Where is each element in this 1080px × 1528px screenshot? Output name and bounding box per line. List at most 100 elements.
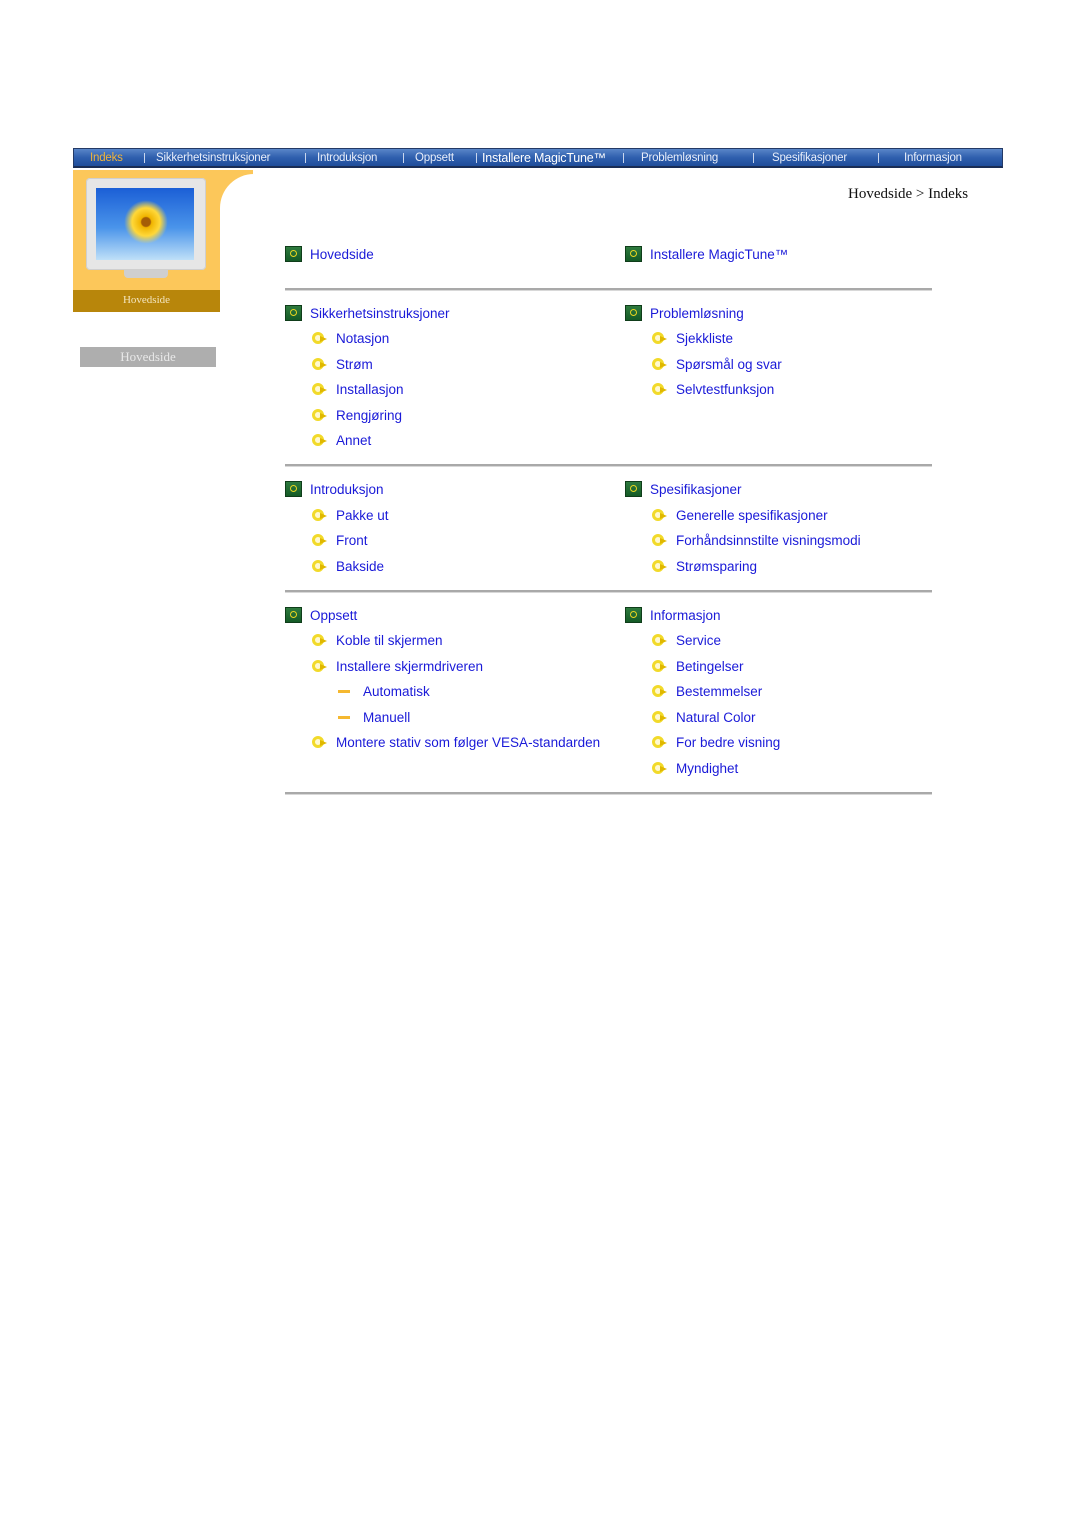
index-section-spesifikasjoner: Spesifikasjoner (625, 480, 742, 498)
link-for-bedre-visning[interactable]: For bedre visning (676, 735, 780, 750)
monitor-bezel (86, 178, 206, 270)
link-problemlosning[interactable]: Problemløsning (650, 306, 744, 321)
nav-separator (305, 153, 306, 163)
arrow-bullet-icon (311, 633, 328, 647)
nav-tab-installere-magictune[interactable]: Installere MagicTune™ (482, 149, 606, 167)
link-koble-til-skjermen[interactable]: Koble til skjermen (336, 633, 443, 648)
link-montere-stativ-vesa[interactable]: Montere stativ som følger VESA-standarde… (336, 735, 600, 750)
sidebar-curve-decoration (220, 170, 280, 254)
nav-tab-sikkerhetsinstruksjoner[interactable]: Sikkerhetsinstruksjoner (156, 149, 270, 167)
link-installere-skjermdriveren[interactable]: Installere skjermdriveren (336, 659, 483, 674)
link-bestemmelser[interactable]: Bestemmelser (676, 684, 762, 699)
link-installasjon[interactable]: Installasjon (336, 382, 404, 397)
link-installere-magictune[interactable]: Installere MagicTune™ (650, 247, 788, 262)
link-hovedside[interactable]: Hovedside (310, 247, 374, 262)
section-bullet-icon (625, 305, 642, 321)
arrow-bullet-icon (311, 331, 328, 345)
link-front[interactable]: Front (336, 533, 368, 548)
list-item: Myndighet (651, 759, 738, 777)
nav-separator (623, 153, 624, 163)
link-sporsmal-og-svar[interactable]: Spørsmål og svar (676, 357, 782, 372)
link-spesifikasjoner[interactable]: Spesifikasjoner (650, 482, 742, 497)
link-informasjon[interactable]: Informasjon (650, 608, 721, 623)
section-bullet-icon (625, 607, 642, 623)
monitor-screen (96, 188, 194, 260)
nav-tab-introduksjon[interactable]: Introduksjon (317, 149, 377, 167)
link-sjekkliste[interactable]: Sjekkliste (676, 331, 733, 346)
index-section-informasjon: Informasjon (625, 606, 721, 624)
arrow-bullet-icon (651, 331, 668, 345)
arrow-bullet-icon (651, 659, 668, 673)
index-section-magictune: Installere MagicTune™ (625, 245, 788, 263)
link-generelle-spesifikasjoner[interactable]: Generelle spesifikasjoner (676, 508, 828, 523)
link-natural-color[interactable]: Natural Color (676, 710, 756, 725)
link-notasjon[interactable]: Notasjon (336, 331, 389, 346)
arrow-bullet-icon (651, 684, 668, 698)
arrow-bullet-icon (651, 633, 668, 647)
link-automatisk[interactable]: Automatisk (363, 684, 430, 699)
section-divider (285, 792, 932, 795)
list-item: Sjekkliste (651, 329, 733, 347)
list-item: Strømsparing (651, 557, 757, 575)
nav-separator (144, 153, 145, 163)
dash-bullet-icon (338, 689, 350, 693)
link-manuell[interactable]: Manuell (363, 710, 410, 725)
section-divider (285, 288, 932, 291)
link-introduksjon[interactable]: Introduksjon (310, 482, 384, 497)
section-bullet-icon (625, 246, 642, 262)
sunflower-image (124, 200, 168, 244)
arrow-bullet-icon (651, 735, 668, 749)
nav-tab-indeks[interactable]: Indeks (90, 149, 123, 167)
link-oppsett[interactable]: Oppsett (310, 608, 357, 623)
list-item: Bestemmelser (651, 682, 762, 700)
nav-separator (753, 153, 754, 163)
section-bullet-icon (285, 246, 302, 262)
nav-tab-oppsett[interactable]: Oppsett (415, 149, 454, 167)
link-forhandsinnstilte-visningsmodi[interactable]: Forhåndsinnstilte visningsmodi (676, 533, 861, 548)
sidebar-hovedside-button[interactable]: Hovedside (80, 347, 216, 367)
list-item: Installasjon (311, 380, 404, 398)
link-sikkerhetsinstruksjoner[interactable]: Sikkerhetsinstruksjoner (310, 306, 450, 321)
monitor-stand (124, 270, 168, 278)
list-item: Service (651, 631, 721, 649)
index-section-introduksjon: Introduksjon (285, 480, 384, 498)
index-section-sikkerhet: Sikkerhetsinstruksjoner (285, 304, 450, 322)
link-myndighet[interactable]: Myndighet (676, 761, 738, 776)
list-item: Automatisk (336, 682, 430, 700)
list-item: Annet (311, 431, 371, 449)
list-item: Koble til skjermen (311, 631, 443, 649)
link-strom[interactable]: Strøm (336, 357, 373, 372)
link-betingelser[interactable]: Betingelser (676, 659, 744, 674)
link-pakke-ut[interactable]: Pakke ut (336, 508, 389, 523)
top-nav-bar: Indeks Sikkerhetsinstruksjoner Introduks… (73, 148, 1003, 168)
link-service[interactable]: Service (676, 633, 721, 648)
section-bullet-icon (285, 607, 302, 623)
link-annet[interactable]: Annet (336, 433, 371, 448)
index-section-problemlosning: Problemløsning (625, 304, 744, 322)
nav-tab-problemlosning[interactable]: Problemløsning (641, 149, 718, 167)
link-selvtestfunksjon[interactable]: Selvtestfunksjon (676, 382, 774, 397)
nav-separator (476, 153, 477, 163)
list-item: Manuell (336, 708, 410, 726)
nav-separator (878, 153, 879, 163)
list-item: Bakside (311, 557, 384, 575)
sidebar-image-label: Hovedside (73, 290, 220, 312)
list-item: Forhåndsinnstilte visningsmodi (651, 531, 861, 549)
monitor-image (86, 178, 206, 278)
link-stromsparing[interactable]: Strømsparing (676, 559, 757, 574)
arrow-bullet-icon (651, 508, 668, 522)
nav-tab-spesifikasjoner[interactable]: Spesifikasjoner (772, 149, 847, 167)
list-item: Natural Color (651, 708, 756, 726)
link-rengjoring[interactable]: Rengjøring (336, 408, 402, 423)
breadcrumb: Hovedside > Indeks (848, 186, 969, 202)
arrow-bullet-icon (651, 382, 668, 396)
link-bakside[interactable]: Bakside (336, 559, 384, 574)
nav-tab-informasjon[interactable]: Informasjon (904, 149, 962, 167)
list-item: Installere skjermdriveren (311, 657, 483, 675)
section-bullet-icon (285, 305, 302, 321)
arrow-bullet-icon (651, 710, 668, 724)
arrow-bullet-icon (651, 761, 668, 775)
arrow-bullet-icon (311, 408, 328, 422)
nav-separator (403, 153, 404, 163)
arrow-bullet-icon (311, 433, 328, 447)
